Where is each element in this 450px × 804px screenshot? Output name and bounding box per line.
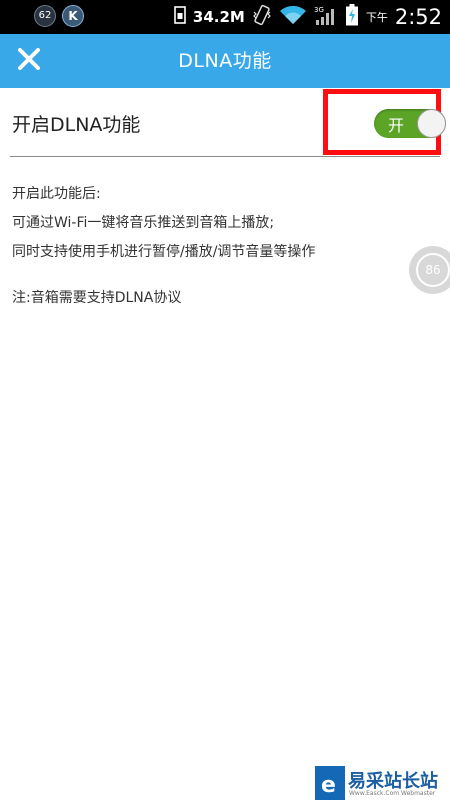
floating-assistant-button[interactable]: 86	[409, 246, 450, 294]
status-icons: 34.2M 3G 下午 2:52	[174, 0, 442, 34]
page-title: DLNA功能	[178, 50, 272, 72]
battery-charging-icon	[345, 4, 359, 30]
floating-assistant-value: 86	[416, 253, 450, 287]
description-line: 可通过Wi-Fi一键将音乐推送到音箱上播放;	[12, 215, 275, 231]
description-line: 开启此功能后:	[12, 186, 101, 202]
description-note: 注:音箱需要支持DLNA协议	[12, 290, 182, 306]
status-bar: 62 K 34.2M 3G 下午 2:52	[0, 0, 450, 34]
toggle-on-label: 开	[388, 116, 405, 135]
signal-icon: 3G	[314, 4, 338, 30]
feature-description: 开启此功能后: 可通过Wi-Fi一键将音乐推送到音箱上播放; 同时支持使用手机进…	[12, 180, 412, 313]
notification-icons: 62 K	[34, 5, 84, 27]
vibrate-icon	[252, 4, 272, 30]
notification-badge-icon: 62	[34, 5, 56, 27]
description-line: 同时支持使用手机进行暂停/播放/调节音量等操作	[12, 244, 316, 260]
kugou-app-icon: K	[62, 5, 84, 27]
wifi-icon	[279, 5, 307, 29]
watermark: e 易采站长站 Www.Easck.Com Webmaster	[315, 766, 450, 800]
watermark-logo-icon: e	[315, 766, 345, 800]
dlna-toggle-switch[interactable]: 开	[374, 109, 446, 138]
svg-text:3G: 3G	[314, 6, 324, 14]
watermark-subtext: Www.Easck.Com Webmaster	[349, 790, 436, 797]
clock-text: 2:52	[394, 5, 442, 29]
data-usage-text: 34.2M	[192, 8, 245, 26]
svg-text:e: e	[321, 773, 336, 798]
toggle-knob	[417, 109, 446, 138]
title-bar: DLNA功能	[0, 34, 450, 88]
dlna-setting-row: 开启DLNA功能 开	[10, 88, 446, 157]
ampm-text: 下午	[365, 11, 388, 24]
sim-icon	[174, 6, 186, 28]
dlna-setting-label: 开启DLNA功能	[12, 114, 141, 136]
